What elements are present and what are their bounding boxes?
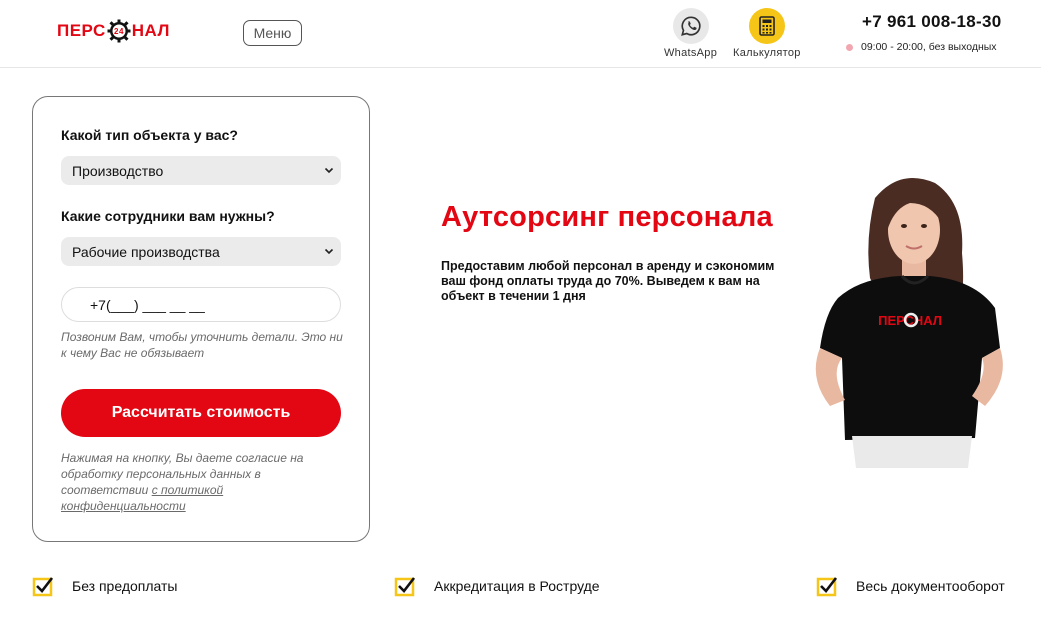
object-type-value: Производство	[72, 162, 164, 179]
whatsapp-button[interactable]: WhatsApp	[664, 8, 717, 59]
phone-input[interactable]: +7(___) ___ __ __	[61, 287, 341, 322]
calculator-label: Калькулятор	[733, 47, 801, 59]
calculator-icon	[759, 16, 775, 36]
hero-person-image: ПЕРСНАЛ	[815, 178, 1003, 468]
site-header: ПЕРС 24 НАЛ Меню WhatsApp Калькулятор +7…	[0, 0, 1041, 68]
logo[interactable]: ПЕРС 24 НАЛ	[57, 16, 182, 46]
menu-button[interactable]: Меню	[243, 20, 302, 46]
chevron-down-icon	[324, 248, 334, 255]
whatsapp-label: WhatsApp	[664, 47, 718, 59]
object-type-label: Какой тип объекта у вас?	[61, 127, 238, 143]
hero-subtitle: Предоставим любой персонал в аренду и сэ…	[441, 259, 775, 303]
phone-number[interactable]: +7 961 008-18-30	[862, 12, 1002, 32]
object-type-select[interactable]: Производство	[61, 156, 341, 185]
hero-title: Аутсорсинг персонала	[441, 201, 773, 233]
feature-label: Весь документооборот	[856, 578, 1005, 594]
feature-accreditation: Аккредитация в Роструде	[394, 575, 600, 597]
logo-part-right: НАЛ	[131, 21, 170, 40]
calculation-form: Какой тип объекта у вас? Производство Ка…	[32, 96, 370, 542]
gear-icon: 24	[107, 19, 131, 43]
calculator-icon-circle	[748, 8, 785, 44]
logo-part-left: ПЕРС	[57, 21, 106, 40]
whatsapp-icon-circle	[672, 8, 709, 44]
staff-type-select[interactable]: Рабочие производства	[61, 237, 341, 266]
feature-label: Без предоплаты	[72, 578, 178, 594]
consent-text: Нажимая на кнопку, Вы даете согласие на …	[61, 450, 341, 514]
checkbox-checked-icon	[32, 577, 54, 597]
calculator-button[interactable]: Калькулятор	[733, 8, 801, 59]
feature-documents: Весь документооборот	[816, 575, 1005, 597]
logo-part-mid: 24	[114, 27, 124, 36]
feature-no-prepayment: Без предоплаты	[32, 575, 177, 597]
checkbox-checked-icon	[816, 577, 838, 597]
checkbox-checked-icon	[394, 577, 416, 597]
chevron-down-icon	[324, 167, 334, 174]
phone-hint: Позвоним Вам, чтобы уточнить детали. Это…	[61, 330, 343, 360]
feature-label: Аккредитация в Роструде	[434, 578, 600, 594]
logo-text: ПЕРС 24 НАЛ	[57, 19, 170, 43]
staff-type-label: Какие сотрудники вам нужны?	[61, 208, 275, 224]
calculate-cost-button[interactable]: Рассчитать стоимость	[61, 389, 341, 437]
working-hours-text: 09:00 - 20:00, без выходных	[861, 41, 997, 53]
status-dot-icon	[846, 43, 853, 51]
whatsapp-icon	[680, 16, 701, 36]
staff-type-value: Рабочие производства	[72, 243, 220, 260]
working-hours: 09:00 - 20:00, без выходных	[846, 41, 997, 53]
